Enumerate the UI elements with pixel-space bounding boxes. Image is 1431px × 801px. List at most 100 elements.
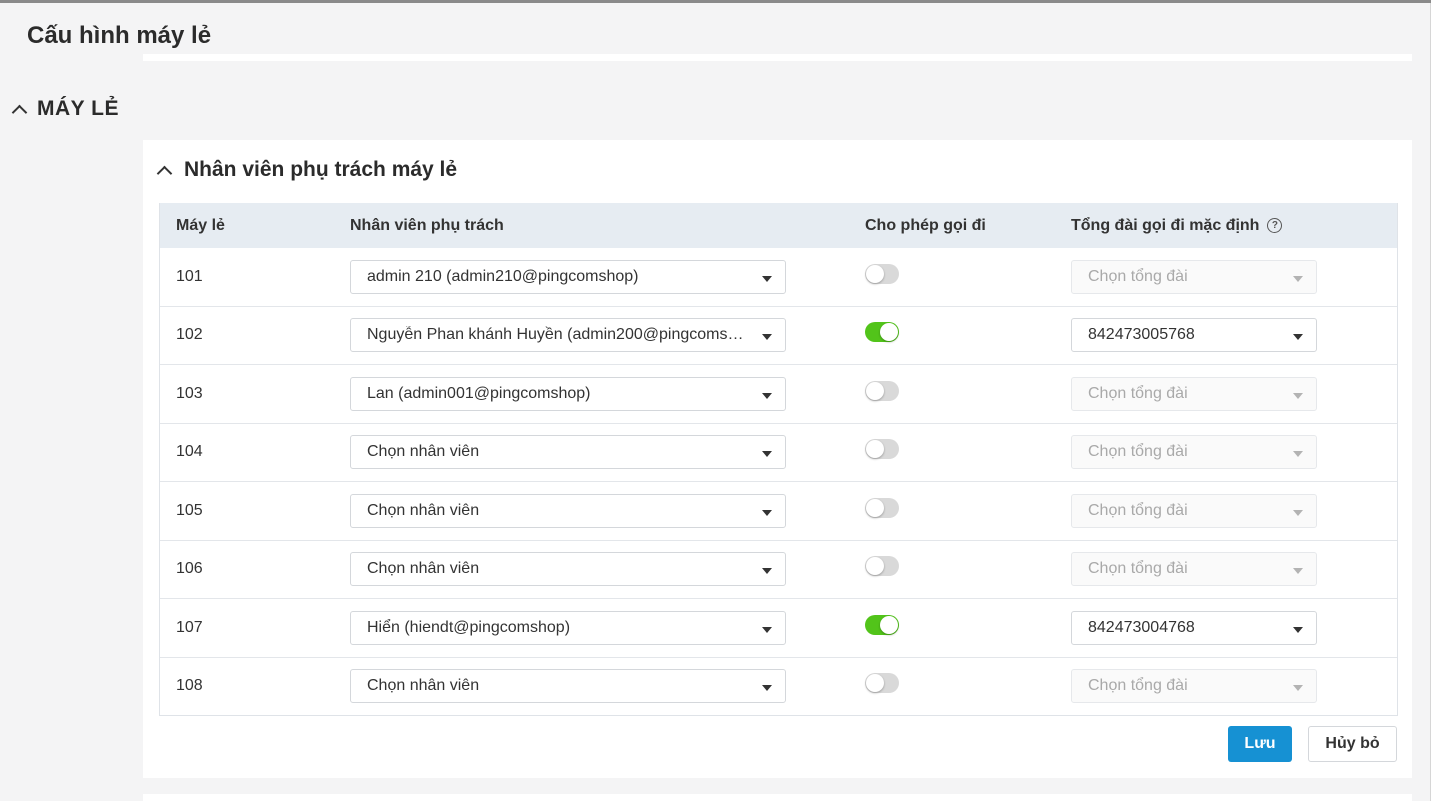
caret-down-icon: [1293, 568, 1303, 575]
chevron-up-icon: [11, 104, 28, 120]
staff-select[interactable]: Lan (admin001@pingcomshop): [350, 376, 786, 411]
caret-down-icon: [762, 334, 772, 341]
caret-down-icon: [762, 685, 772, 692]
col-header-default-trunk-label: Tổng đài gọi đi mặc định: [1071, 216, 1260, 234]
allow-call-toggle[interactable]: [865, 263, 899, 284]
card-toggle[interactable]: Nhân viên phụ trách máy lẻ: [156, 158, 458, 182]
trunk-select-value: 842473005768: [1088, 326, 1195, 344]
trunk-select: Chọn tổng đài: [1071, 376, 1317, 411]
caret-down-icon: [1293, 451, 1303, 458]
extension-number: 105: [176, 501, 203, 519]
caret-down-icon: [762, 509, 772, 516]
section-toggle-may-le[interactable]: MÁY LẺ: [11, 94, 119, 124]
table-row: 108 Chọn nhân viên Chọn tổng đài: [160, 656, 1397, 716]
col-header-extension: Máy lẻ: [176, 216, 225, 234]
toggle-knob: [880, 323, 898, 342]
caret-down-icon: [1293, 626, 1303, 633]
chevron-up-icon: [156, 165, 173, 181]
staff-select-value: Lan (admin001@pingcomshop): [367, 384, 591, 402]
allow-call-toggle[interactable]: [865, 556, 899, 577]
staff-select-value: Chọn nhân viên: [367, 677, 480, 695]
table-body: 101 admin 210 (admin210@pingcomshop) Chọ…: [160, 248, 1397, 715]
trunk-select-value: Chọn tổng đài: [1088, 501, 1188, 519]
extension-number: 104: [176, 443, 203, 461]
staff-select-value: Chọn nhân viên: [367, 443, 480, 461]
trunk-select-value: Chọn tổng đài: [1088, 384, 1188, 402]
table-row: 103 Lan (admin001@pingcomshop) Chọn tổng…: [160, 364, 1397, 423]
staff-select-value: Nguyễn Phan khánh Huyền (admin200@pingco…: [367, 326, 752, 344]
caret-down-icon: [762, 451, 772, 458]
section-title: MÁY LẺ: [37, 97, 119, 120]
extension-staff-card: Nhân viên phụ trách máy lẻ Máy lẻ Nhân v…: [143, 140, 1412, 778]
trunk-select: Chọn tổng đài: [1071, 493, 1317, 528]
extension-number: 102: [176, 326, 203, 344]
caret-down-icon: [762, 626, 772, 633]
trunk-select: Chọn tổng đài: [1071, 435, 1317, 470]
extension-number: 106: [176, 560, 203, 578]
help-icon[interactable]: ?: [1267, 218, 1283, 233]
toggle-knob: [866, 498, 884, 517]
caret-down-icon: [1293, 392, 1303, 399]
staff-select[interactable]: Hiển (hiendt@pingcomshop): [350, 610, 786, 645]
cancel-button[interactable]: Hủy bỏ: [1308, 726, 1397, 762]
toggle-knob: [880, 615, 898, 634]
trunk-select: Chọn tổng đài: [1071, 259, 1317, 294]
table-row: 106 Chọn nhân viên Chọn tổng đài: [160, 539, 1397, 599]
next-panel-strip: [143, 794, 1412, 801]
allow-call-toggle[interactable]: [865, 439, 899, 460]
staff-select[interactable]: Chọn nhân viên: [350, 493, 786, 528]
caret-down-icon: [1293, 334, 1303, 341]
staff-select[interactable]: Chọn nhân viên: [350, 552, 786, 587]
extension-table: Máy lẻ Nhân viên phụ trách Cho phép gọi …: [159, 203, 1398, 716]
allow-call-toggle[interactable]: [865, 673, 899, 694]
trunk-select-value: 842473004768: [1088, 618, 1195, 636]
allow-call-toggle[interactable]: [865, 380, 899, 401]
trunk-select: Chọn tổng đài: [1071, 669, 1317, 704]
col-header-allow-call: Cho phép gọi đi: [865, 216, 986, 234]
staff-select-value: Hiển (hiendt@pingcomshop): [367, 618, 571, 636]
table-row: 107 Hiển (hiendt@pingcomshop) 8424730047…: [160, 598, 1397, 657]
trunk-select: Chọn tổng đài: [1071, 552, 1317, 587]
caret-down-icon: [762, 568, 772, 575]
caret-down-icon: [762, 275, 772, 282]
save-button[interactable]: Lưu: [1228, 726, 1292, 762]
caret-down-icon: [762, 392, 772, 399]
table-header: Máy lẻ Nhân viên phụ trách Cho phép gọi …: [160, 203, 1397, 248]
col-header-default-trunk: Tổng đài gọi đi mặc định ?: [1071, 217, 1397, 235]
extension-number: 101: [176, 267, 203, 285]
trunk-select-value: Chọn tổng đài: [1088, 267, 1188, 285]
caret-down-icon: [1293, 509, 1303, 516]
trunk-select[interactable]: 842473004768: [1071, 610, 1317, 645]
staff-select[interactable]: Nguyễn Phan khánh Huyền (admin200@pingco…: [350, 318, 786, 353]
extension-number: 107: [176, 618, 203, 636]
toggle-knob: [866, 557, 884, 576]
allow-call-toggle[interactable]: [865, 614, 899, 635]
extension-number: 108: [176, 677, 203, 695]
toggle-knob: [866, 440, 884, 459]
staff-select[interactable]: admin 210 (admin210@pingcomshop): [350, 259, 786, 294]
staff-select[interactable]: Chọn nhân viên: [350, 669, 786, 704]
table-row: 102 Nguyễn Phan khánh Huyền (admin200@pi…: [160, 305, 1397, 365]
trunk-select-value: Chọn tổng đài: [1088, 443, 1188, 461]
trunk-select-value: Chọn tổng đài: [1088, 560, 1188, 578]
trunk-select[interactable]: 842473005768: [1071, 318, 1317, 353]
caret-down-icon: [1293, 685, 1303, 692]
page-title: Cấu hình máy lẻ: [27, 22, 212, 49]
staff-select-value: Chọn nhân viên: [367, 560, 480, 578]
toggle-knob: [866, 264, 884, 283]
top-border: [0, 0, 1431, 3]
trunk-select-value: Chọn tổng đài: [1088, 677, 1188, 695]
table-row: 101 admin 210 (admin210@pingcomshop) Chọ…: [160, 248, 1397, 306]
toggle-knob: [866, 381, 884, 400]
allow-call-toggle[interactable]: [865, 497, 899, 518]
col-header-staff: Nhân viên phụ trách: [350, 216, 504, 234]
table-row: 104 Chọn nhân viên Chọn tổng đài: [160, 422, 1397, 482]
top-panel-strip: [143, 54, 1412, 61]
staff-select-value: admin 210 (admin210@pingcomshop): [367, 267, 639, 285]
card-title: Nhân viên phụ trách máy lẻ: [184, 158, 458, 181]
staff-select-value: Chọn nhân viên: [367, 501, 480, 519]
staff-select[interactable]: Chọn nhân viên: [350, 435, 786, 470]
table-row: 105 Chọn nhân viên Chọn tổng đài: [160, 481, 1397, 540]
allow-call-toggle[interactable]: [865, 322, 899, 343]
extension-number: 103: [176, 384, 203, 402]
